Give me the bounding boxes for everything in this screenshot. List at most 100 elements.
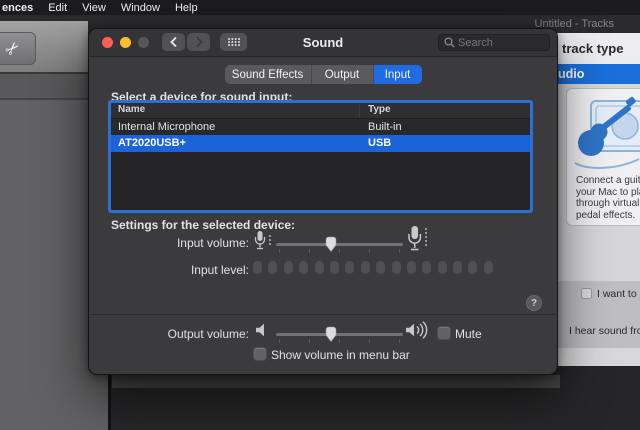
- level-segment: [299, 261, 308, 274]
- table-row-internal-microphone[interactable]: Internal Microphone Built-in: [111, 119, 530, 135]
- menu-item-edit[interactable]: Edit: [48, 2, 67, 14]
- input-volume-slider[interactable]: [276, 236, 403, 254]
- level-segment: [284, 261, 293, 274]
- table-row-at2020usb-selected[interactable]: AT2020USB+ USB: [111, 135, 530, 152]
- level-segment: [253, 261, 262, 274]
- device-name: Internal Microphone: [118, 121, 215, 133]
- level-segment: [422, 261, 431, 274]
- background-track-edge: [108, 375, 111, 430]
- track-type-item-label: udio: [558, 67, 584, 81]
- search-placeholder: Search: [458, 37, 493, 49]
- chevron-right-icon: [194, 36, 204, 48]
- guitar-card-caption: Connect a guitar your Mac to play throug…: [576, 175, 640, 221]
- hear-sound-text: I hear sound fro: [569, 325, 640, 337]
- tab-sound-effects[interactable]: Sound Effects: [225, 65, 312, 84]
- select-device-label: Select a device for sound input:: [111, 90, 292, 104]
- device-name: AT2020USB+: [118, 137, 186, 149]
- track-dialog-bottom: [552, 348, 640, 366]
- caption-line: Connect a guitar: [576, 175, 640, 187]
- level-segment: [392, 261, 401, 274]
- search-icon: [444, 37, 455, 48]
- tab-label: Sound Effects: [232, 69, 303, 81]
- background-track-dialog: track type udio: [552, 33, 640, 366]
- track-type-panel: Connect a guitar your Mac to play throug…: [552, 84, 640, 281]
- caption-line: pedal effects.: [576, 210, 640, 222]
- caption-line: through virtual a: [576, 198, 640, 210]
- slider-ticks: [279, 249, 400, 253]
- column-header-type[interactable]: Type: [368, 104, 391, 115]
- grid-icon: [227, 37, 241, 47]
- column-divider: [359, 103, 360, 118]
- track-type-heading: track type: [552, 33, 640, 64]
- input-level-label: Input level:: [89, 263, 249, 277]
- mute-checkbox[interactable]: [438, 327, 450, 339]
- tab-input[interactable]: Input: [374, 65, 422, 84]
- slider-track[interactable]: [276, 333, 403, 336]
- sound-preferences-window: Sound Search Sound Effects Output Input …: [88, 28, 558, 375]
- guitar-amp-illustration: [567, 95, 640, 171]
- show-volume-checkbox[interactable]: [254, 348, 266, 360]
- level-segment: [407, 261, 416, 274]
- background-track-row: [0, 74, 88, 98]
- cut-tool-button[interactable]: ✂: [0, 32, 36, 65]
- search-field[interactable]: Search: [438, 34, 550, 51]
- background-dialog-edge: [112, 375, 560, 388]
- tab-bar: Sound Effects Output Input: [89, 65, 557, 84]
- menu-item-app[interactable]: ences: [2, 2, 33, 14]
- level-segment: [376, 261, 385, 274]
- level-segment: [468, 261, 477, 274]
- track-type-item-audio[interactable]: udio: [552, 64, 640, 84]
- track-dialog-footer: I want to hea I hear sound fro: [552, 281, 640, 348]
- caption-line: your Mac to play: [576, 187, 640, 199]
- menu-item-window[interactable]: Window: [121, 2, 160, 14]
- output-volume-slider[interactable]: [276, 326, 403, 344]
- device-type: USB: [368, 137, 391, 149]
- help-button[interactable]: ?: [526, 295, 542, 311]
- mic-low-icon: [253, 230, 271, 252]
- speaker-low-icon: [255, 323, 269, 337]
- level-segment: [484, 261, 493, 274]
- track-type-heading-label: track type: [562, 41, 623, 56]
- guitar-card[interactable]: Connect a guitar your Mac to play throug…: [566, 88, 640, 226]
- slider-track[interactable]: [276, 243, 403, 246]
- hear-checkbox-label: I want to hea: [597, 288, 640, 300]
- minimize-button[interactable]: [120, 37, 131, 48]
- help-icon: ?: [531, 298, 537, 309]
- menu-bar: ences Edit View Window Help: [0, 0, 640, 15]
- column-header-name[interactable]: Name: [118, 104, 145, 115]
- level-segment: [438, 261, 447, 274]
- zoom-button[interactable]: [138, 37, 149, 48]
- back-button[interactable]: [162, 33, 185, 51]
- show-all-button[interactable]: [220, 33, 247, 51]
- level-segment: [330, 261, 339, 274]
- scissors-icon: ✂: [1, 36, 25, 60]
- speaker-high-icon: [405, 321, 430, 339]
- mute-label: Mute: [455, 327, 482, 341]
- mic-high-icon: [406, 225, 427, 253]
- level-segment: [345, 261, 354, 274]
- tab-label: Output: [325, 69, 360, 81]
- show-volume-label: Show volume in menu bar: [271, 348, 410, 362]
- tab-label: Input: [385, 69, 411, 81]
- menu-item-view[interactable]: View: [82, 2, 106, 14]
- output-volume-label: Output volume:: [89, 327, 249, 341]
- footer-divider: [90, 314, 556, 315]
- input-volume-label: Input volume:: [89, 236, 249, 250]
- input-level-meter: [253, 261, 493, 274]
- level-segment: [268, 261, 277, 274]
- level-segment: [361, 261, 370, 274]
- background-toolbar: ✂: [0, 21, 88, 72]
- forward-button[interactable]: [187, 33, 210, 51]
- menu-item-help[interactable]: Help: [175, 2, 198, 14]
- level-segment: [315, 261, 324, 274]
- chevron-left-icon: [169, 36, 179, 48]
- hear-checkbox[interactable]: [581, 288, 592, 299]
- close-button[interactable]: [102, 37, 113, 48]
- table-header[interactable]: Name Type: [111, 103, 530, 119]
- tab-output[interactable]: Output: [312, 65, 374, 84]
- level-segment: [453, 261, 462, 274]
- device-type: Built-in: [368, 121, 402, 133]
- screen: ences Edit View Window Help Untitled - T…: [0, 0, 640, 430]
- input-device-table: Name Type Internal Microphone Built-in A…: [111, 103, 530, 210]
- slider-ticks: [279, 339, 400, 343]
